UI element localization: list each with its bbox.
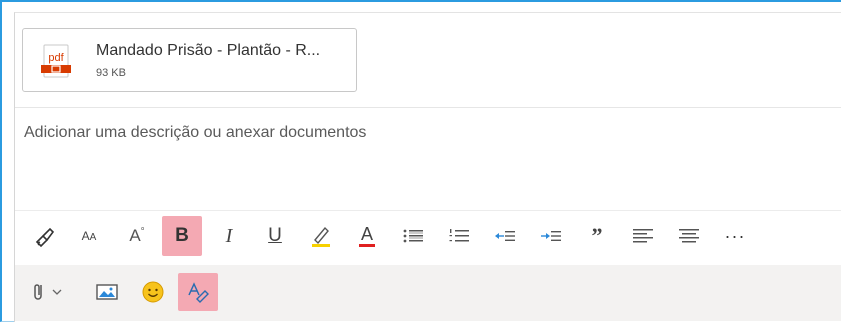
text-effects-button[interactable]: A°: [122, 216, 152, 256]
attachment-size: 93 KB: [96, 67, 126, 79]
emoji-icon: [142, 281, 164, 303]
align-center-button[interactable]: [674, 216, 704, 256]
insert-image-button[interactable]: [90, 273, 124, 311]
align-left-button[interactable]: [628, 216, 658, 256]
quote-button[interactable]: ”: [582, 216, 612, 256]
paperclip-icon: [34, 284, 42, 300]
attachment-card[interactable]: pdf Mandado Prisão - Plantão - R... 93 K…: [22, 28, 357, 92]
decrease-indent-button[interactable]: [490, 216, 520, 256]
underline-icon: U: [268, 225, 282, 246]
chevron-down-icon: [52, 289, 62, 295]
more-icon: ···: [724, 225, 746, 246]
bullets-button[interactable]: [398, 216, 428, 256]
highlight-button[interactable]: [306, 216, 336, 256]
more-options-button[interactable]: ···: [718, 216, 752, 256]
italic-button[interactable]: I: [214, 216, 244, 256]
increase-indent-icon: [541, 231, 561, 241]
bold-button[interactable]: B: [162, 216, 202, 256]
highlighter-icon: [312, 226, 330, 247]
bullet-list-icon: [403, 229, 423, 243]
underline-button[interactable]: U: [260, 216, 290, 256]
italic-icon: I: [225, 224, 233, 247]
font-size-icon: AA: [81, 229, 97, 243]
decrease-indent-icon: [495, 231, 515, 241]
font-size-button[interactable]: AA: [74, 216, 104, 256]
numbered-list-icon: [449, 229, 469, 242]
format-toolbar-toggle-button[interactable]: [178, 273, 218, 311]
text-effects-icon: A°: [129, 226, 145, 245]
increase-indent-button[interactable]: [536, 216, 566, 256]
align-left-icon: [633, 229, 653, 243]
quote-icon: ”: [591, 223, 603, 248]
image-icon: [96, 284, 118, 300]
font-color-button[interactable]: A: [352, 216, 382, 256]
paintbrush-icon: [35, 227, 55, 247]
format-painter-button[interactable]: [30, 216, 60, 256]
svg-text:pdf: pdf: [48, 52, 64, 64]
pdf-file-icon: pdf: [41, 44, 71, 78]
description-input[interactable]: Adicionar uma descrição ou anexar docume…: [24, 124, 366, 142]
font-color-icon: A: [359, 225, 375, 247]
align-center-icon: [679, 229, 699, 243]
emoji-button[interactable]: [136, 273, 170, 311]
divider: [15, 107, 841, 108]
format-text-icon: [188, 282, 209, 303]
attachment-name: Mandado Prisão - Plantão - R...: [96, 42, 321, 59]
attach-button[interactable]: [26, 273, 76, 311]
bold-icon: B: [175, 225, 189, 246]
numbering-button[interactable]: [444, 216, 474, 256]
